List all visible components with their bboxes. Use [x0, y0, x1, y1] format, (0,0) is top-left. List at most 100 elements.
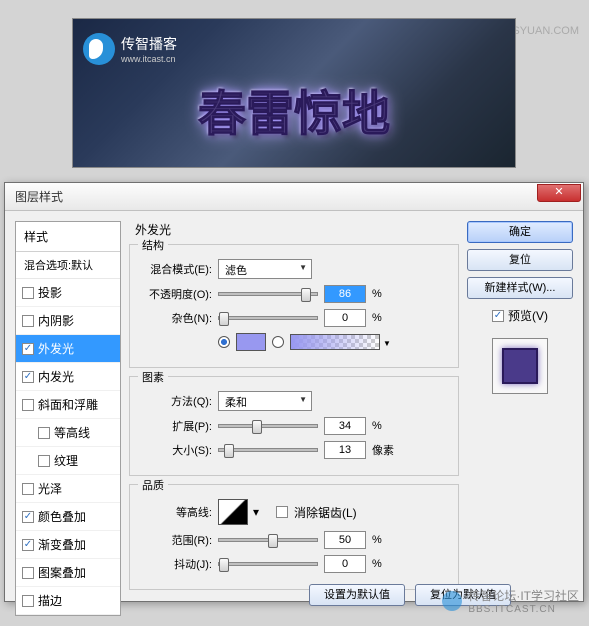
- contour-picker[interactable]: [218, 499, 248, 525]
- styles-list-panel: 样式 混合选项:默认 投影内阴影外发光内发光斜面和浮雕等高线纹理光泽颜色叠加渐变…: [15, 221, 121, 616]
- footer-logo-icon: [442, 591, 462, 611]
- range-input[interactable]: 50: [324, 531, 366, 549]
- style-checkbox[interactable]: [22, 483, 34, 495]
- style-label: 图案叠加: [38, 564, 86, 581]
- dialog-title: 图层样式: [15, 188, 537, 205]
- style-checkbox[interactable]: [22, 595, 34, 607]
- size-unit: 像素: [372, 442, 394, 458]
- solid-color-radio[interactable]: [218, 336, 230, 348]
- close-button[interactable]: ✕: [537, 184, 581, 202]
- style-label: 渐变叠加: [38, 536, 86, 553]
- section-title: 外发光: [135, 221, 459, 238]
- range-label: 范围(R):: [140, 532, 212, 548]
- spread-slider[interactable]: [218, 424, 318, 428]
- preview-checkbox[interactable]: [492, 310, 504, 322]
- elements-title: 图素: [138, 369, 168, 385]
- settings-panel: 外发光 结构 混合模式(E): 滤色 不透明度(O): 86 % 杂色(N): …: [129, 221, 459, 616]
- style-checkbox[interactable]: [22, 343, 34, 355]
- blend-mode-dropdown[interactable]: 滤色: [218, 259, 312, 279]
- style-checkbox[interactable]: [22, 399, 34, 411]
- gradient-swatch[interactable]: [290, 334, 380, 350]
- banner-image: 传智播客 www.itcast.cn 春雷惊地: [72, 18, 516, 168]
- style-item-7[interactable]: 光泽: [16, 475, 120, 503]
- jitter-slider[interactable]: [218, 562, 318, 566]
- style-item-0[interactable]: 投影: [16, 279, 120, 307]
- ok-button[interactable]: 确定: [467, 221, 573, 243]
- banner-logo: 传智播客 www.itcast.cn: [83, 33, 177, 65]
- preview-swatch: [492, 338, 548, 394]
- range-slider[interactable]: [218, 538, 318, 542]
- opacity-input[interactable]: 86: [324, 285, 366, 303]
- noise-label: 杂色(N):: [140, 310, 212, 326]
- cancel-button[interactable]: 复位: [467, 249, 573, 271]
- gradient-radio[interactable]: [272, 336, 284, 348]
- style-item-5[interactable]: 等高线: [16, 419, 120, 447]
- antialias-checkbox[interactable]: [276, 506, 288, 518]
- jitter-unit: %: [372, 558, 382, 570]
- style-label: 纹理: [54, 452, 78, 469]
- antialias-label: 消除锯齿(L): [294, 504, 357, 521]
- style-label: 内阴影: [38, 312, 74, 329]
- style-item-8[interactable]: 颜色叠加: [16, 503, 120, 531]
- range-unit: %: [372, 534, 382, 546]
- style-item-1[interactable]: 内阴影: [16, 307, 120, 335]
- quality-title: 品质: [138, 477, 168, 493]
- style-checkbox[interactable]: [22, 567, 34, 579]
- new-style-button[interactable]: 新建样式(W)...: [467, 277, 573, 299]
- jitter-input[interactable]: 0: [324, 555, 366, 573]
- technique-label: 方法(Q):: [140, 393, 212, 409]
- styles-header[interactable]: 样式: [16, 222, 120, 252]
- style-checkbox[interactable]: [38, 455, 50, 467]
- style-label: 光泽: [38, 480, 62, 497]
- style-checkbox[interactable]: [38, 427, 50, 439]
- noise-slider[interactable]: [218, 316, 318, 320]
- logo-icon: [83, 33, 115, 65]
- footer-text2: BBS.ITCAST.CN: [468, 604, 579, 615]
- noise-unit: %: [372, 312, 382, 324]
- opacity-slider[interactable]: [218, 292, 318, 296]
- brand-url: www.itcast.cn: [121, 54, 177, 64]
- style-item-4[interactable]: 斜面和浮雕: [16, 391, 120, 419]
- style-label: 等高线: [54, 424, 90, 441]
- style-item-10[interactable]: 图案叠加: [16, 559, 120, 587]
- size-label: 大小(S):: [140, 442, 212, 458]
- blend-mode-label: 混合模式(E):: [140, 261, 212, 277]
- style-label: 投影: [38, 284, 62, 301]
- jitter-label: 抖动(J):: [140, 556, 212, 572]
- style-checkbox[interactable]: [22, 371, 34, 383]
- dialog-titlebar[interactable]: 图层样式 ✕: [5, 183, 583, 211]
- style-label: 外发光: [38, 340, 74, 357]
- glow-color-swatch[interactable]: [236, 333, 266, 351]
- quality-fieldset: 品质 等高线: 消除锯齿(L) 范围(R): 50 % 抖动(J):: [129, 484, 459, 590]
- footer-text1: 传智论坛·IT学习社区: [468, 587, 579, 604]
- style-label: 描边: [38, 592, 62, 609]
- style-item-11[interactable]: 描边: [16, 587, 120, 615]
- banner-title-text: 春雷惊地: [73, 74, 515, 144]
- style-label: 颜色叠加: [38, 508, 86, 525]
- layer-style-dialog: 图层样式 ✕ 样式 混合选项:默认 投影内阴影外发光内发光斜面和浮雕等高线纹理光…: [4, 182, 584, 602]
- style-item-6[interactable]: 纹理: [16, 447, 120, 475]
- size-slider[interactable]: [218, 448, 318, 452]
- size-input[interactable]: 13: [324, 441, 366, 459]
- style-checkbox[interactable]: [22, 511, 34, 523]
- style-item-3[interactable]: 内发光: [16, 363, 120, 391]
- opacity-label: 不透明度(O):: [140, 286, 212, 302]
- elements-fieldset: 图素 方法(Q): 柔和 扩展(P): 34 % 大小(S): 13 像素: [129, 376, 459, 476]
- spread-unit: %: [372, 420, 382, 432]
- style-checkbox[interactable]: [22, 315, 34, 327]
- style-checkbox[interactable]: [22, 287, 34, 299]
- blend-options-item[interactable]: 混合选项:默认: [16, 252, 120, 279]
- style-item-2[interactable]: 外发光: [16, 335, 120, 363]
- style-checkbox[interactable]: [22, 539, 34, 551]
- style-item-9[interactable]: 渐变叠加: [16, 531, 120, 559]
- preview-inner: [502, 348, 538, 384]
- structure-title: 结构: [138, 237, 168, 253]
- opacity-unit: %: [372, 288, 382, 300]
- style-label: 斜面和浮雕: [38, 396, 98, 413]
- right-button-panel: 确定 复位 新建样式(W)... 预览(V): [467, 221, 573, 616]
- spread-input[interactable]: 34: [324, 417, 366, 435]
- technique-dropdown[interactable]: 柔和: [218, 391, 312, 411]
- noise-input[interactable]: 0: [324, 309, 366, 327]
- contour-label: 等高线:: [140, 504, 212, 520]
- preview-label: 预览(V): [508, 307, 548, 324]
